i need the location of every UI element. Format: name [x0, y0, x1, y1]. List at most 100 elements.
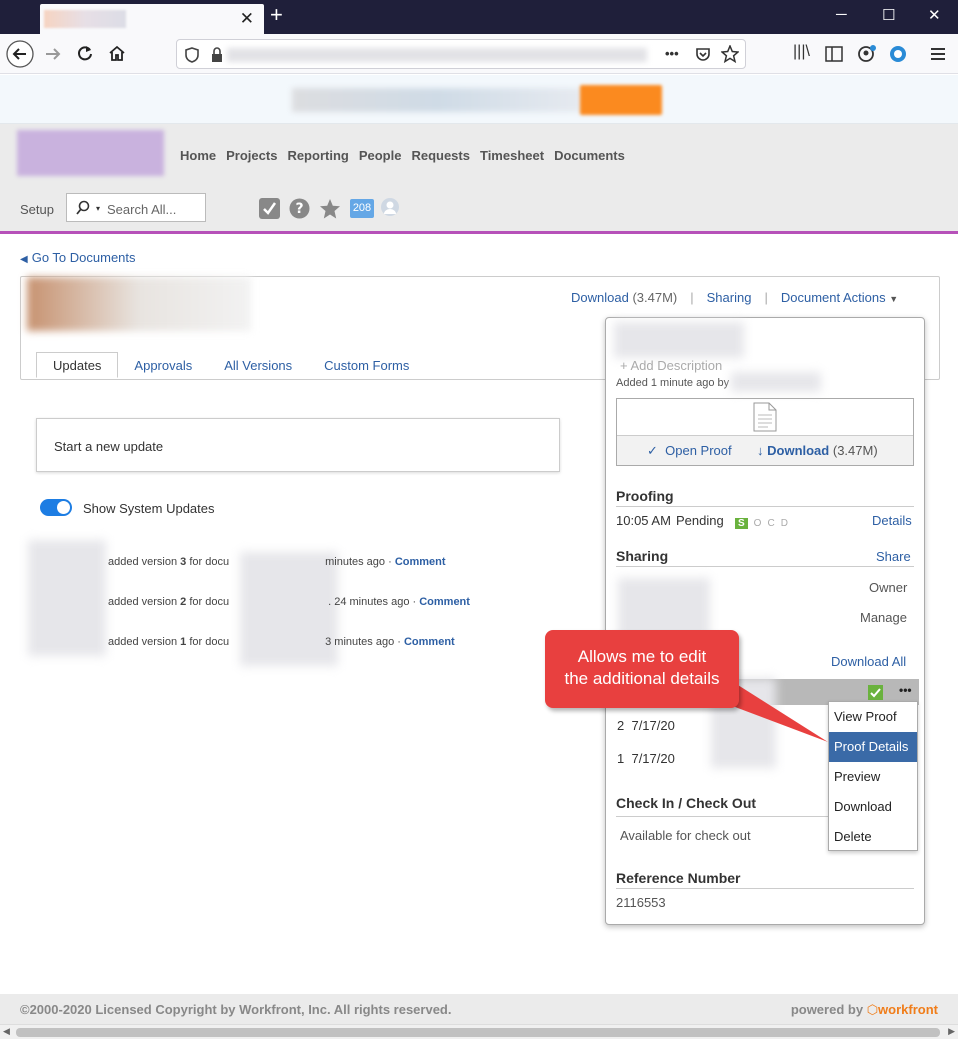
download-arrow-icon: ↓: [757, 443, 764, 458]
banner-button-blurred[interactable]: [580, 85, 662, 115]
browser-toolbar: ••• |||\: [0, 34, 958, 74]
back-icon[interactable]: [5, 39, 35, 69]
open-proof-button[interactable]: ✓ Open Proof: [647, 443, 732, 459]
sharing-link[interactable]: Sharing: [707, 290, 752, 305]
callout-line-1: Allows me to edit: [577, 647, 707, 666]
page-footer: ©2000-2020 Licensed Copyright by Workfro…: [0, 994, 958, 1024]
app-header: Home Projects Reporting People Requests Times…: [0, 124, 958, 234]
tab-approvals[interactable]: Approvals: [118, 353, 208, 379]
new-update-placeholder: Start a new update: [54, 439, 164, 454]
checkmark-icon[interactable]: [259, 198, 280, 219]
close-window-icon[interactable]: ✕: [928, 6, 941, 24]
document-actions-label: Document Actions: [780, 290, 886, 305]
version-date: 7/17/20: [631, 751, 675, 766]
menu-icon[interactable]: [930, 46, 946, 62]
workfront-logo-icon: ⬡: [866, 1002, 879, 1017]
comment-link[interactable]: Comment: [419, 596, 470, 608]
document-title-blurred: [27, 277, 251, 331]
favorites-star-icon[interactable]: [319, 198, 341, 220]
url-bar[interactable]: •••: [176, 39, 746, 69]
scrollbar-thumb[interactable]: [16, 1028, 940, 1037]
scroll-right-icon[interactable]: ▶: [948, 1026, 955, 1037]
account-icon[interactable]: [857, 44, 877, 64]
copyright-text: ©2000-2020 Licensed Copyright by Workfro…: [20, 1002, 452, 1017]
nav-documents[interactable]: Documents: [554, 148, 625, 163]
comment-link[interactable]: Comment: [395, 556, 446, 568]
separator: |: [690, 290, 694, 305]
menu-download[interactable]: Download: [829, 792, 917, 822]
shield-icon: [185, 47, 199, 63]
reference-number-heading: Reference Number: [616, 870, 914, 889]
search-scope-chevron-icon[interactable]: ▾: [96, 204, 100, 213]
document-file-icon: [753, 402, 777, 432]
check-icon: ✓: [647, 443, 658, 458]
version-row[interactable]: 2 7/17/20: [617, 718, 675, 733]
horizontal-scrollbar[interactable]: ◀ ▶: [0, 1024, 958, 1039]
proofing-heading: Proofing: [616, 488, 914, 507]
reload-icon[interactable]: [76, 44, 94, 62]
tab-all-versions[interactable]: All Versions: [208, 353, 308, 379]
document-tabs: Updates Approvals All Versions Custom Forms: [36, 352, 425, 380]
menu-proof-details[interactable]: Proof Details: [829, 732, 917, 762]
new-tab-button[interactable]: +: [270, 2, 283, 28]
share-link[interactable]: Share: [876, 549, 911, 564]
home-icon[interactable]: [108, 44, 126, 62]
nav-reporting[interactable]: Reporting: [287, 148, 348, 163]
download-button[interactable]: ↓ Download (3.47M): [757, 443, 878, 458]
added-by-text: Added 1 minute ago by: [616, 377, 730, 389]
nav-home[interactable]: Home: [180, 148, 216, 163]
added-by-name-blurred: [731, 372, 821, 392]
menu-preview[interactable]: Preview: [829, 762, 917, 792]
proof-details-link[interactable]: Details: [872, 513, 912, 528]
help-icon[interactable]: ?: [289, 198, 310, 219]
add-description-link[interactable]: + Add Description: [620, 358, 722, 373]
close-tab-icon[interactable]: ✕: [240, 9, 254, 29]
tab-updates[interactable]: Updates: [36, 352, 119, 378]
pocket-icon[interactable]: [695, 46, 711, 62]
status-s: S: [735, 518, 748, 529]
comment-link[interactable]: Comment: [404, 636, 455, 648]
banner-text-blurred: [292, 88, 582, 112]
nav-people[interactable]: People: [359, 148, 402, 163]
maximize-icon[interactable]: ☐: [882, 6, 895, 24]
library-icon[interactable]: |||\: [793, 43, 810, 61]
menu-view-proof[interactable]: View Proof: [829, 702, 917, 732]
download-link[interactable]: Download (3.47M): [571, 290, 677, 305]
new-update-input[interactable]: Start a new update: [36, 418, 560, 472]
sidebar-icon[interactable]: [825, 46, 843, 62]
feed-avatars-blurred: [28, 540, 106, 656]
scroll-left-icon[interactable]: ◀: [3, 1026, 10, 1037]
workfront-brand: workfront: [878, 1002, 938, 1017]
feed-item: added version 2 for docu. 24 minutes ago…: [108, 596, 470, 608]
show-system-updates-toggle[interactable]: [40, 499, 72, 516]
menu-delete[interactable]: Delete: [829, 822, 917, 852]
version-date: 7/17/20: [631, 718, 675, 733]
page-actions-icon[interactable]: •••: [665, 46, 679, 61]
tab-custom-forms[interactable]: Custom Forms: [308, 353, 425, 379]
feed-text: added version: [108, 636, 181, 648]
extension-icon[interactable]: [889, 45, 907, 63]
browser-tab[interactable]: ✕: [40, 4, 264, 34]
nav-projects[interactable]: Projects: [226, 148, 277, 163]
proof-time: 10:05 AM: [616, 513, 671, 528]
bookmark-star-icon[interactable]: [721, 45, 739, 63]
search-input[interactable]: ▾ Search All...: [66, 193, 206, 222]
download-all-link[interactable]: Download All: [831, 654, 906, 669]
nav-requests[interactable]: Requests: [411, 148, 470, 163]
forward-icon[interactable]: [44, 45, 62, 63]
notifications-badge[interactable]: 208: [350, 199, 374, 218]
feed-text: for docu: [186, 636, 230, 648]
user-avatar-icon[interactable]: [380, 197, 400, 217]
setup-link[interactable]: Setup: [20, 202, 54, 217]
download-label: Download: [571, 290, 629, 305]
feed-item: added version 3 for docu minutes ago · Co…: [108, 556, 446, 568]
minimize-icon[interactable]: ─: [836, 6, 847, 23]
document-actions-dropdown[interactable]: Document Actions ▼: [781, 290, 898, 305]
nav-timesheet[interactable]: Timesheet: [480, 148, 544, 163]
go-to-documents-link[interactable]: ◀ Go To Documents: [20, 250, 136, 265]
more-options-icon[interactable]: •••: [899, 683, 912, 697]
company-logo[interactable]: [17, 130, 164, 176]
version-row[interactable]: 1 7/17/20: [617, 751, 675, 766]
feed-doc-names-blurred: [240, 552, 338, 666]
top-banner: [0, 75, 958, 124]
